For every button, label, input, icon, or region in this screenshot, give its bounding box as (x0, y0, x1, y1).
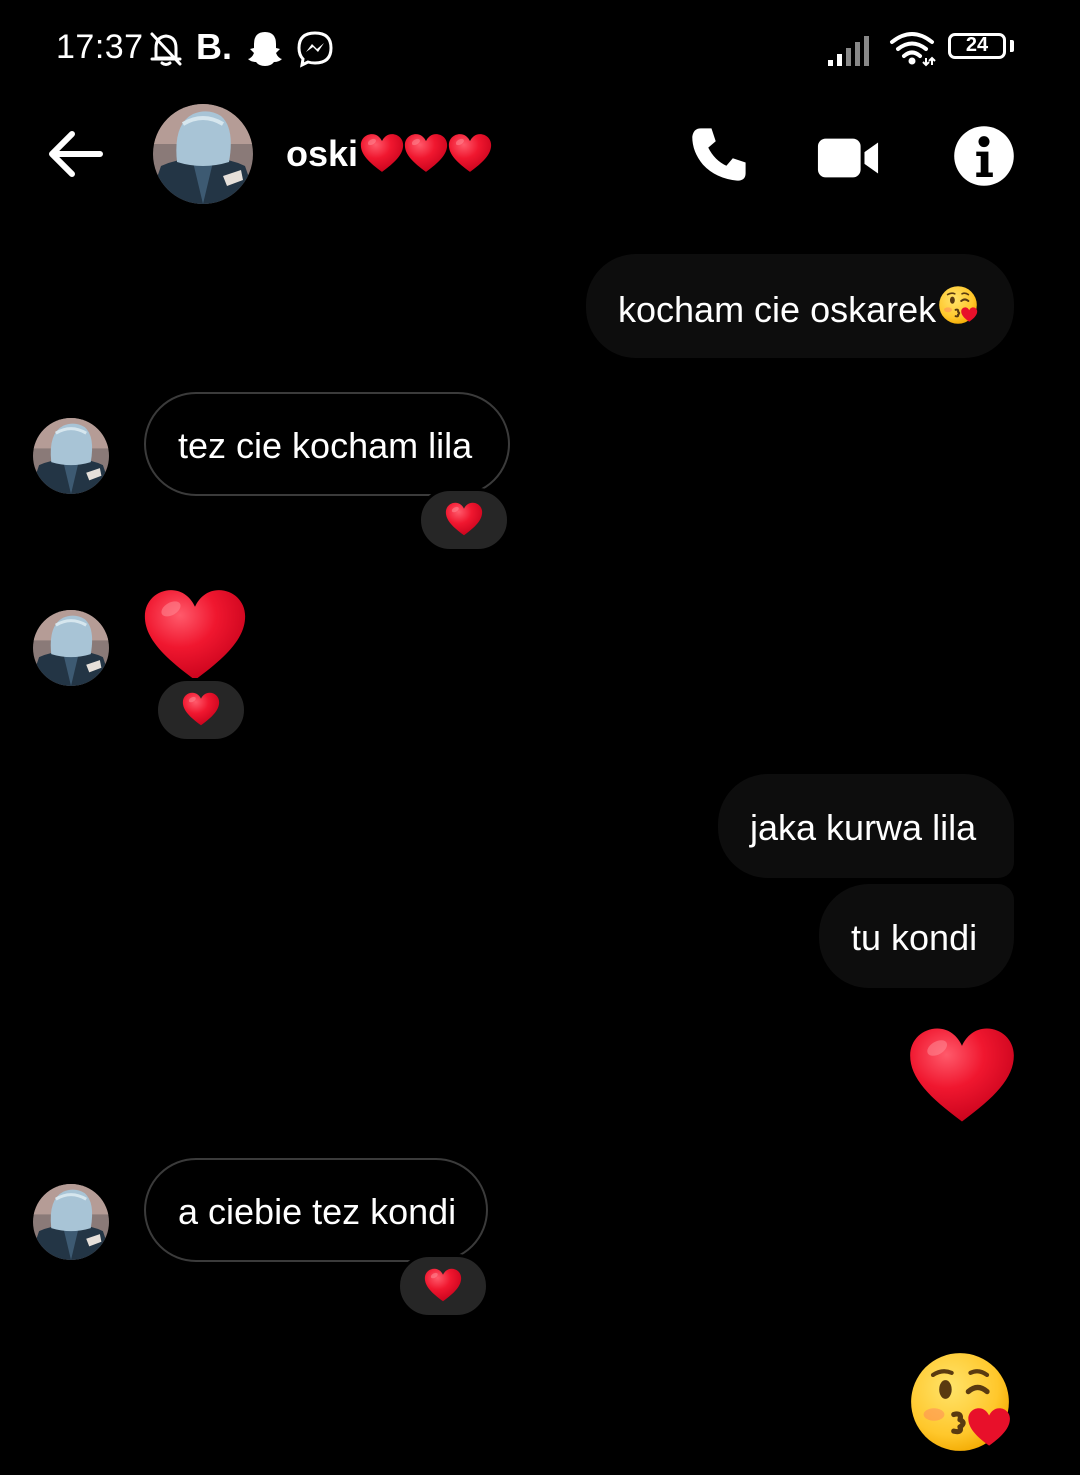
bell-off-icon (150, 32, 182, 66)
heart-emoji-message[interactable] (142, 588, 248, 682)
status-app-letter: B. (196, 26, 232, 67)
reaction-pill[interactable] (155, 678, 247, 742)
battery-icon: 24 (948, 33, 1006, 59)
wifi-icon (890, 32, 936, 67)
messenger-icon (297, 31, 333, 68)
reaction-pill[interactable] (418, 488, 510, 552)
contact-name-text: oski (286, 133, 359, 174)
phone-icon[interactable] (688, 122, 752, 186)
avatar[interactable] (33, 1184, 109, 1260)
message-bubble-incoming[interactable]: tez cie kocham lila (144, 392, 510, 496)
message-text: tez cie kocham lila (178, 425, 473, 467)
message-bubble-outgoing[interactable]: kocham cie oskarek (586, 254, 1014, 358)
message-text: jaka kurwa lila (750, 807, 977, 849)
heart-reaction-icon (424, 1268, 462, 1302)
kissing-face-emoji-icon (938, 285, 979, 334)
kissing-face-emoji-icon (908, 1350, 1012, 1454)
message-bubble-outgoing[interactable]: tu kondi (819, 884, 1014, 988)
message-text: a ciebie tez kondi (178, 1191, 457, 1233)
status-bar: 17:37 B. 24 (0, 0, 1080, 96)
kissing-face-emoji-message[interactable] (908, 1350, 1012, 1454)
info-icon[interactable] (952, 124, 1016, 188)
message-text: kocham cie oskarek (618, 288, 937, 330)
snapchat-ghost-icon (248, 32, 282, 66)
video-camera-icon[interactable] (816, 126, 880, 190)
back-arrow-icon[interactable] (46, 128, 106, 180)
heart-reaction-icon (445, 502, 483, 536)
contact-name[interactable]: oski (286, 132, 492, 181)
reaction-pill[interactable] (397, 1254, 489, 1318)
status-time: 17:37 (56, 28, 144, 66)
header-avatar[interactable] (153, 104, 253, 204)
heart-emoji-message[interactable] (908, 1026, 1016, 1124)
battery-cap (1010, 40, 1014, 52)
battery-level: 24 (965, 34, 989, 56)
hearts-emoji-icon (360, 134, 492, 172)
chat-header: oski (0, 96, 1080, 216)
name-hearts (360, 132, 492, 181)
signal-bars-icon (828, 36, 869, 66)
avatar[interactable] (33, 418, 109, 494)
contact-photo (153, 104, 253, 204)
message-text: tu kondi (851, 917, 978, 959)
heart-reaction-icon (182, 692, 220, 726)
message-bubble-incoming[interactable]: a ciebie tez kondi (144, 1158, 488, 1262)
heart-emoji-icon (144, 590, 246, 680)
avatar[interactable] (33, 610, 109, 686)
message-bubble-outgoing[interactable]: jaka kurwa lila (718, 774, 1014, 878)
heart-emoji-icon (910, 1028, 1014, 1122)
